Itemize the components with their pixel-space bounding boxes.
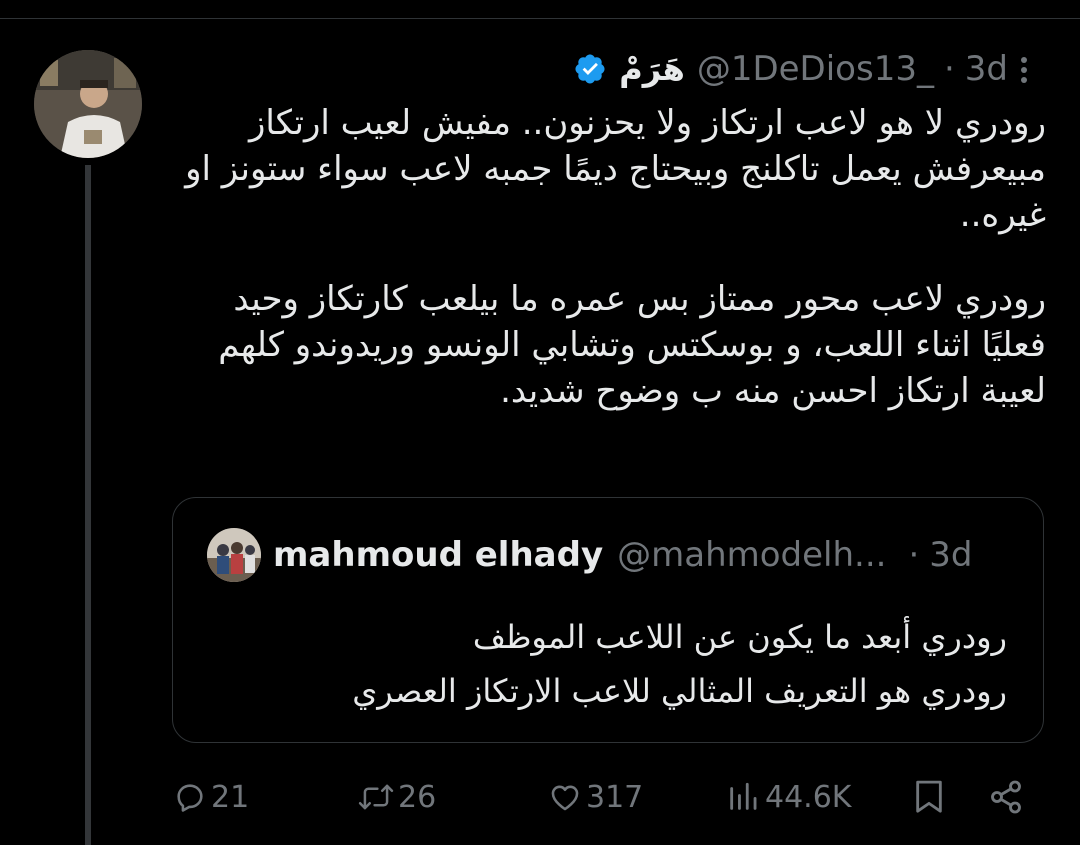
quoted-tweet-card[interactable]: mahmoud elhady @mahmodelh... · 3d رودري … — [172, 497, 1044, 743]
author-avatar[interactable] — [34, 50, 142, 158]
quote-timestamp: 3d — [929, 535, 973, 575]
author-display-name[interactable]: هَرَمْ — [619, 50, 685, 88]
bookmark-button[interactable] — [912, 772, 946, 822]
share-icon — [988, 779, 1024, 815]
quote-line: رودري أبعد ما يكون عن اللاعب الموظف — [472, 618, 1007, 656]
views-icon — [725, 780, 761, 814]
tweet-actions: 21 26 317 44.6K — [0, 772, 1080, 822]
tweet-paragraph: رودري لا هو لاعب ارتكاز ولا يحزنون.. مفي… — [185, 103, 1046, 235]
bookmark-icon — [912, 778, 946, 816]
quote-author-name: mahmoud elhady — [273, 535, 604, 575]
tweet-header: هَرَمْ @1DeDios13_ · 3d — [573, 46, 1008, 92]
tweet-paragraph: رودري لاعب محور ممتاز بس عمره ما بيلعب ك… — [218, 279, 1046, 411]
reply-button[interactable]: 21 — [173, 772, 249, 822]
more-options-icon[interactable] — [1012, 52, 1036, 88]
reply-count: 21 — [211, 779, 250, 815]
share-button[interactable] — [988, 772, 1024, 822]
tweet-timestamp[interactable]: 3d — [965, 49, 1008, 89]
like-count: 317 — [586, 779, 644, 815]
like-icon — [548, 780, 582, 814]
quote-line: رودري هو التعريف المثالي للاعب الارتكاز … — [352, 672, 1007, 710]
tweet-body: رودري لا هو لاعب ارتكاز ولا يحزنون.. مفي… — [170, 100, 1046, 414]
views-count: 44.6K — [765, 779, 852, 815]
reply-icon — [173, 780, 207, 814]
author-handle[interactable]: @1DeDios13_ — [697, 49, 934, 89]
quote-author-avatar — [207, 528, 261, 582]
repost-count: 26 — [398, 779, 437, 815]
quote-body: رودري أبعد ما يكون عن اللاعب الموظف رودر… — [207, 610, 1007, 718]
views-button[interactable]: 44.6K — [725, 772, 851, 822]
repost-button[interactable]: 26 — [358, 772, 436, 822]
quote-author-handle: @mahmodelh... — [617, 535, 887, 575]
quote-header: mahmoud elhady @mahmodelh... · 3d — [273, 532, 972, 578]
header-separator: · — [943, 49, 955, 89]
thread-connector-line — [85, 165, 91, 845]
top-divider — [0, 18, 1080, 19]
repost-icon — [358, 780, 394, 814]
verified-badge-icon — [573, 52, 607, 86]
like-button[interactable]: 317 — [548, 772, 643, 822]
quote-separator: · — [908, 535, 920, 575]
